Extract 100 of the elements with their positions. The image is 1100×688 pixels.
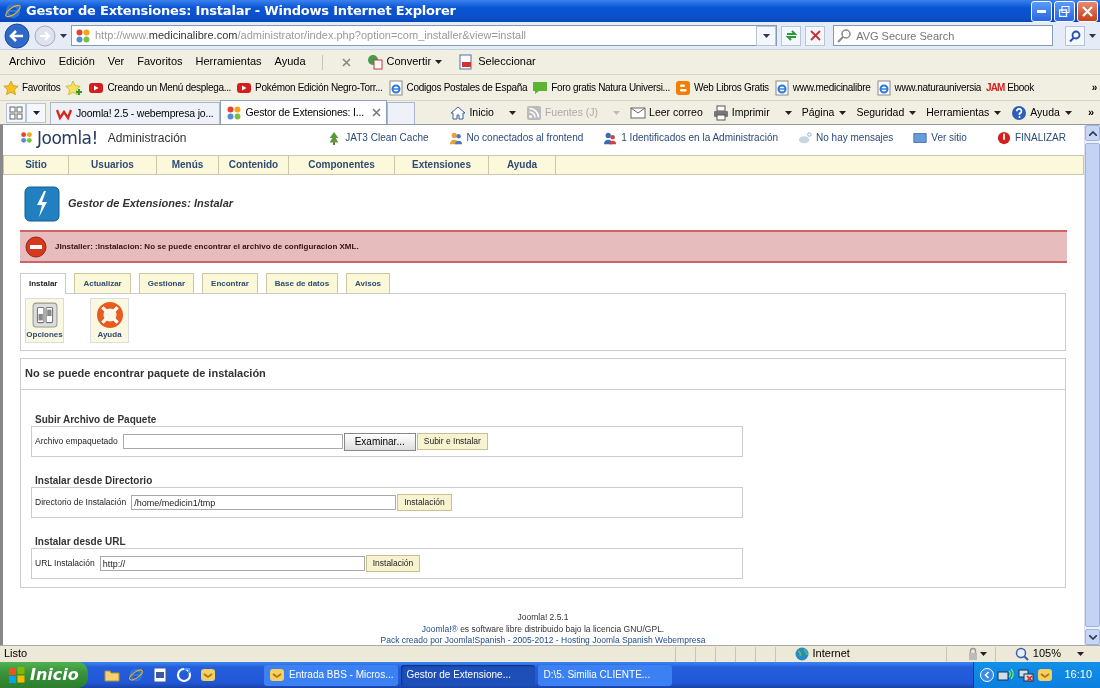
- tab[interactable]: Base de datos: [265, 273, 339, 293]
- minimize-button[interactable]: [1031, 0, 1052, 22]
- button[interactable]: Subir e Instalar: [416, 433, 488, 450]
- search-button[interactable]: [1065, 25, 1085, 46]
- windows-flag-icon: [8, 666, 26, 684]
- credit-link[interactable]: Pack creado por Joomla!Spanish - 2005-2012 - Hosting Joomla Spanish Webempresa: [380, 635, 706, 645]
- close-icon: [371, 108, 381, 117]
- logo-text: Joomla!: [37, 127, 98, 149]
- button[interactable]: Instalación: [365, 555, 421, 572]
- favorite-link[interactable]: www.naturauniversia: [875, 79, 982, 96]
- menu-item[interactable]: Menús: [157, 156, 219, 174]
- address-field[interactable]: http://www.medicinalibre.com/administrator/index.php?option=com_installer&view=install: [71, 25, 778, 46]
- feed-icon: [525, 104, 542, 121]
- menu-item[interactable]: Ayuda: [489, 156, 556, 174]
- favorites-button[interactable]: Favoritos: [3, 79, 61, 96]
- tab[interactable]: Avisos: [346, 273, 391, 293]
- caret-icon: [979, 652, 987, 656]
- close-button[interactable]: [1077, 0, 1098, 22]
- status-link[interactable]: No conectados al frontend: [448, 131, 584, 145]
- taskbar-button[interactable]: D:\5. Similia CLIENTE...: [538, 664, 673, 686]
- start-button[interactable]: Inicio: [0, 662, 88, 688]
- back-button[interactable]: [4, 22, 30, 49]
- caret-icon: [60, 33, 67, 38]
- taskbar-button[interactable]: Gestor de Extensione...: [401, 664, 536, 686]
- caret-icon: [1064, 110, 1072, 115]
- status-link[interactable]: Ver sitio: [913, 131, 967, 145]
- tab[interactable]: Gestionar: [138, 273, 195, 293]
- browser-tab[interactable]: Joomla! 2.5 - webempresa jo...: [50, 102, 220, 124]
- menu-item[interactable]: Contenido: [219, 156, 289, 174]
- input-field[interactable]: http://: [99, 556, 365, 571]
- fieldset-legend: Instalar desde Directorio: [35, 475, 1065, 487]
- menu-item[interactable]: Extensiones: [395, 156, 489, 174]
- folder-icon: [104, 667, 120, 683]
- menu-item[interactable]: Edición: [53, 55, 103, 69]
- mail-icon: [1037, 667, 1054, 683]
- command-button[interactable]: Inicio: [450, 104, 516, 121]
- toolbar-button[interactable]: Opciones: [25, 298, 64, 343]
- favorite-link[interactable]: Pokémon Edición Negro-Torr...: [236, 79, 383, 96]
- tab[interactable]: Encontrar: [202, 273, 258, 293]
- favorite-link[interactable]: Creando un Menú desplega...: [88, 79, 232, 96]
- button[interactable]: Instalación: [397, 494, 452, 511]
- tab-list-button[interactable]: [26, 102, 46, 123]
- stop-button[interactable]: [805, 25, 826, 46]
- toolbar-button[interactable]: Seleccionar: [458, 54, 536, 70]
- browser-tab[interactable]: Gestor de Extensiones: I...: [219, 100, 387, 124]
- command-button[interactable]: Leer correo: [630, 104, 703, 121]
- menu-item[interactable]: Usuarios: [69, 156, 157, 174]
- window-title: Gestor de Extensiones: Instalar - Windows Internet Explorer: [26, 3, 456, 19]
- minimize-icon: [1037, 9, 1046, 13]
- menu-item[interactable]: Componentes: [289, 156, 395, 174]
- tab[interactable]: Instalar: [20, 273, 67, 294]
- refresh-button[interactable]: [781, 25, 802, 46]
- favorite-link[interactable]: www.medicinalibre: [773, 79, 871, 96]
- caret-icon: [435, 60, 443, 64]
- command-button[interactable]: Ayuda: [1011, 104, 1072, 121]
- status-link[interactable]: JAT3 Clean Cache: [327, 131, 429, 145]
- favorite-link[interactable]: JAM Ebook: [986, 81, 1035, 94]
- scroll-down-button[interactable]: [1085, 629, 1100, 645]
- zoom-button[interactable]: 105%: [1014, 647, 1061, 661]
- ie-icon: [128, 667, 144, 683]
- taskbar-button[interactable]: Entrada BBS - Micros...: [264, 664, 399, 686]
- more-button[interactable]: »: [1091, 81, 1097, 94]
- input-field[interactable]: [122, 434, 343, 449]
- button[interactable]: Examinar...: [343, 432, 416, 451]
- favorite-link[interactable]: Web Libros Gratis: [675, 79, 769, 96]
- caret-icon: [784, 110, 792, 115]
- menu-item[interactable]: Herramientas: [190, 55, 270, 69]
- command-button[interactable]: Herramientas: [926, 106, 1002, 119]
- caret-icon: [508, 110, 516, 115]
- speech-bubble-icon: [532, 79, 549, 96]
- field-label: Directorio de Instalación: [35, 497, 127, 508]
- ie-icon: [4, 2, 22, 20]
- command-button[interactable]: Página: [801, 106, 847, 119]
- status-link[interactable]: 1 Identificados en la Administración: [603, 131, 779, 145]
- menu-item[interactable]: Ver: [102, 55, 133, 69]
- favorite-link[interactable]: Codigos Postales de España: [387, 79, 528, 96]
- menu-item[interactable]: Sitio: [4, 156, 69, 174]
- status-link[interactable]: FINALIZAR: [996, 131, 1066, 145]
- license-link[interactable]: Joomla!®: [421, 623, 458, 634]
- zone-indicator: Internet: [794, 647, 850, 661]
- menu-item[interactable]: Ayuda: [269, 55, 314, 69]
- menu-item[interactable]: Favoritos: [132, 55, 191, 69]
- dropdown-button[interactable]: [756, 25, 777, 46]
- scroll-up-button[interactable]: [1085, 125, 1100, 141]
- switch-panel-icon: [31, 302, 58, 328]
- command-button[interactable]: Imprimir: [712, 104, 792, 121]
- globe-icon: [794, 647, 809, 661]
- tab[interactable]: Actualizar: [74, 273, 131, 293]
- grid-icon: [9, 105, 23, 120]
- menu-item[interactable]: Archivo: [4, 55, 54, 69]
- search-field[interactable]: AVG Secure Search: [833, 25, 1054, 46]
- ie-icon: [773, 79, 790, 96]
- input-field[interactable]: /home/medicin1/tmp: [131, 495, 397, 510]
- more-button[interactable]: »: [1087, 105, 1094, 120]
- toolbar-button[interactable]: Ayuda: [90, 298, 129, 343]
- restore-button[interactable]: [1054, 0, 1075, 22]
- favorite-link[interactable]: Foro gratis Natura Universi...: [532, 79, 671, 96]
- toolbar-button[interactable]: Convertir: [366, 54, 443, 70]
- command-button[interactable]: Seguridad: [856, 106, 917, 119]
- status-link[interactable]: No hay mensajes: [798, 131, 894, 145]
